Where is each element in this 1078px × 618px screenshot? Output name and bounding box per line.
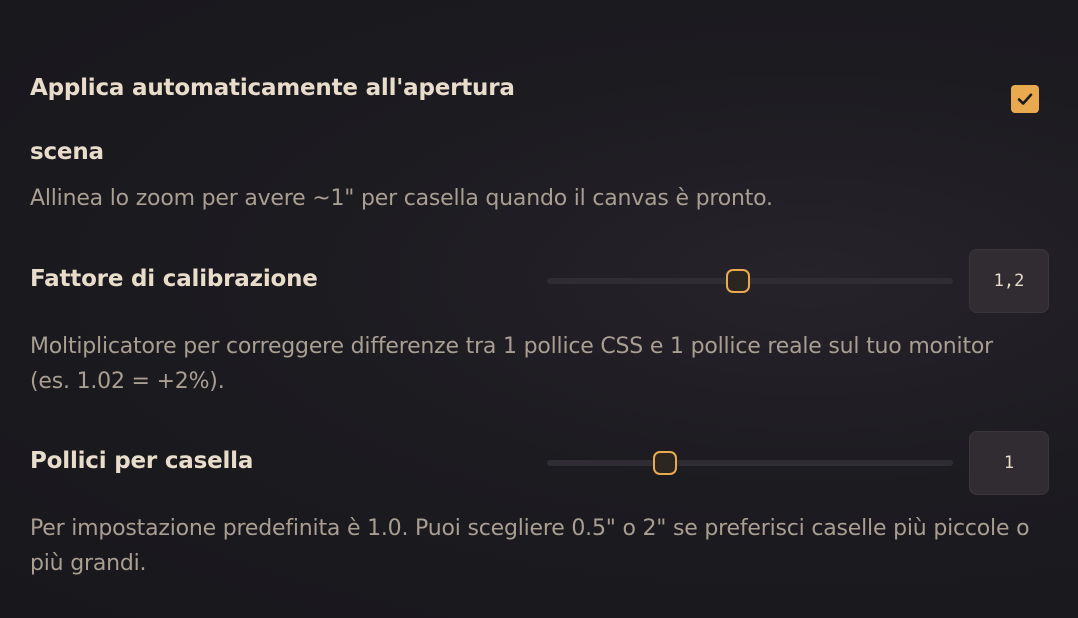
inches-per-cell-slider-track — [547, 460, 953, 466]
inches-per-cell-description: Per impostazione predefinita è 1.0. Puoi… — [30, 516, 1030, 576]
auto-apply-label-line1: Applica automaticamente all'apertura — [30, 75, 515, 101]
calibration-slider[interactable] — [547, 269, 953, 293]
calibration-label: Fattore di calibrazione — [30, 266, 318, 292]
auto-apply-label-line2: scena — [30, 139, 104, 165]
inches-per-cell-value-input[interactable]: 1 — [969, 431, 1049, 495]
auto-apply-description: Allinea lo zoom per avere ~1" per casell… — [30, 186, 773, 211]
inches-per-cell-slider[interactable] — [547, 451, 953, 475]
calibration-slider-thumb[interactable] — [725, 269, 750, 293]
inches-per-cell-label: Pollici per casella — [30, 448, 254, 474]
auto-apply-checkbox[interactable] — [1011, 85, 1039, 113]
inches-per-cell-slider-thumb[interactable] — [652, 451, 677, 475]
calibration-slider-track — [547, 278, 953, 284]
settings-panel: Applica automaticamente all'apertura sce… — [0, 0, 1078, 618]
check-icon — [1017, 93, 1033, 105]
calibration-value-input[interactable]: 1,2 — [969, 249, 1049, 313]
auto-apply-label: Applica automaticamente all'apertura sce… — [30, 56, 530, 184]
calibration-description: Moltiplicatore per correggere differenze… — [30, 334, 993, 394]
